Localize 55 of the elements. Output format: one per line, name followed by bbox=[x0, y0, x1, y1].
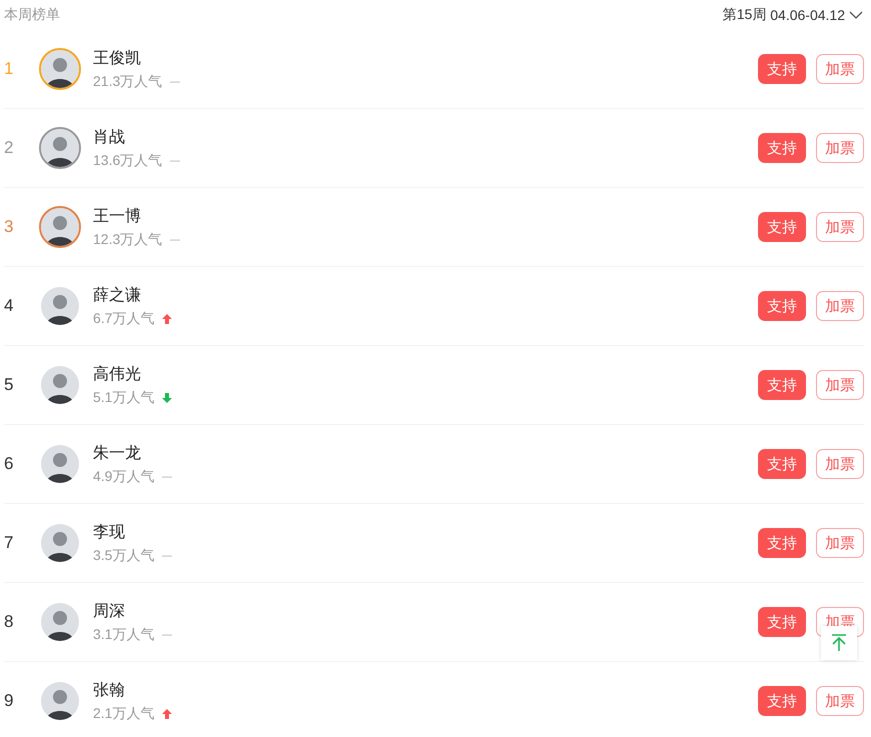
back-to-top-button[interactable] bbox=[821, 626, 857, 660]
support-button[interactable]: 支持 bbox=[758, 528, 806, 558]
star-name: 张翰 bbox=[93, 680, 126, 700]
support-button[interactable]: 支持 bbox=[758, 686, 806, 716]
support-button[interactable]: 支持 bbox=[758, 607, 806, 637]
rank-number: 5 bbox=[4, 375, 14, 395]
up-arrow-icon bbox=[162, 314, 172, 324]
popularity-count: 2.1万人气 bbox=[93, 704, 154, 722]
popularity-count: 3.1万人气 bbox=[93, 626, 154, 644]
star-name: 薛之谦 bbox=[93, 286, 142, 306]
rank-number: 8 bbox=[4, 612, 14, 632]
add-vote-button[interactable]: 加票 bbox=[816, 133, 864, 163]
add-vote-button[interactable]: 加票 bbox=[816, 291, 864, 321]
support-button[interactable]: 支持 bbox=[758, 449, 806, 479]
avatar bbox=[39, 206, 81, 248]
support-button[interactable]: 支持 bbox=[758, 54, 806, 84]
rank-number: 3 bbox=[4, 217, 14, 237]
popularity-count: 6.7万人气 bbox=[93, 310, 154, 328]
support-button[interactable]: 支持 bbox=[758, 212, 806, 242]
star-name: 周深 bbox=[93, 602, 126, 622]
avatar bbox=[39, 127, 81, 169]
down-arrow-icon bbox=[162, 392, 172, 402]
list-title: 本周榜单 bbox=[4, 6, 60, 24]
support-button[interactable]: 支持 bbox=[758, 291, 806, 321]
star-name: 王一博 bbox=[93, 206, 142, 226]
star-name: 高伟光 bbox=[93, 364, 142, 384]
rank-number: 2 bbox=[4, 138, 14, 158]
star-name: 王俊凯 bbox=[93, 48, 142, 68]
popularity-count: 4.9万人气 bbox=[93, 468, 154, 486]
week-selector[interactable]: 第15周 04.06-04.12 bbox=[722, 6, 863, 24]
popularity-count: 13.6万人气 bbox=[93, 152, 162, 170]
add-vote-button[interactable]: 加票 bbox=[816, 528, 864, 558]
add-vote-button[interactable]: 加票 bbox=[816, 212, 864, 242]
star-name: 李现 bbox=[93, 522, 126, 542]
add-vote-button[interactable]: 加票 bbox=[816, 370, 864, 400]
arrow-up-icon bbox=[831, 634, 847, 652]
popularity-count: 12.3万人气 bbox=[93, 230, 162, 248]
support-button[interactable]: 支持 bbox=[758, 370, 806, 400]
rank-number: 7 bbox=[4, 533, 14, 553]
avatar bbox=[39, 48, 81, 90]
chevron-down-icon bbox=[849, 10, 863, 20]
rank-number: 4 bbox=[4, 296, 14, 316]
popularity-count: 5.1万人气 bbox=[93, 388, 154, 406]
up-arrow-icon bbox=[162, 708, 172, 718]
support-button[interactable]: 支持 bbox=[758, 133, 806, 163]
popularity-count: 21.3万人气 bbox=[93, 72, 162, 90]
rank-number: 6 bbox=[4, 454, 14, 474]
add-vote-button[interactable]: 加票 bbox=[816, 686, 864, 716]
rank-number: 9 bbox=[4, 691, 14, 711]
star-name: 肖战 bbox=[93, 128, 126, 148]
rank-number: 1 bbox=[4, 59, 14, 79]
star-name: 朱一龙 bbox=[93, 444, 142, 464]
add-vote-button[interactable]: 加票 bbox=[816, 449, 864, 479]
popularity-count: 3.5万人气 bbox=[93, 546, 154, 564]
add-vote-button[interactable]: 加票 bbox=[816, 54, 864, 84]
